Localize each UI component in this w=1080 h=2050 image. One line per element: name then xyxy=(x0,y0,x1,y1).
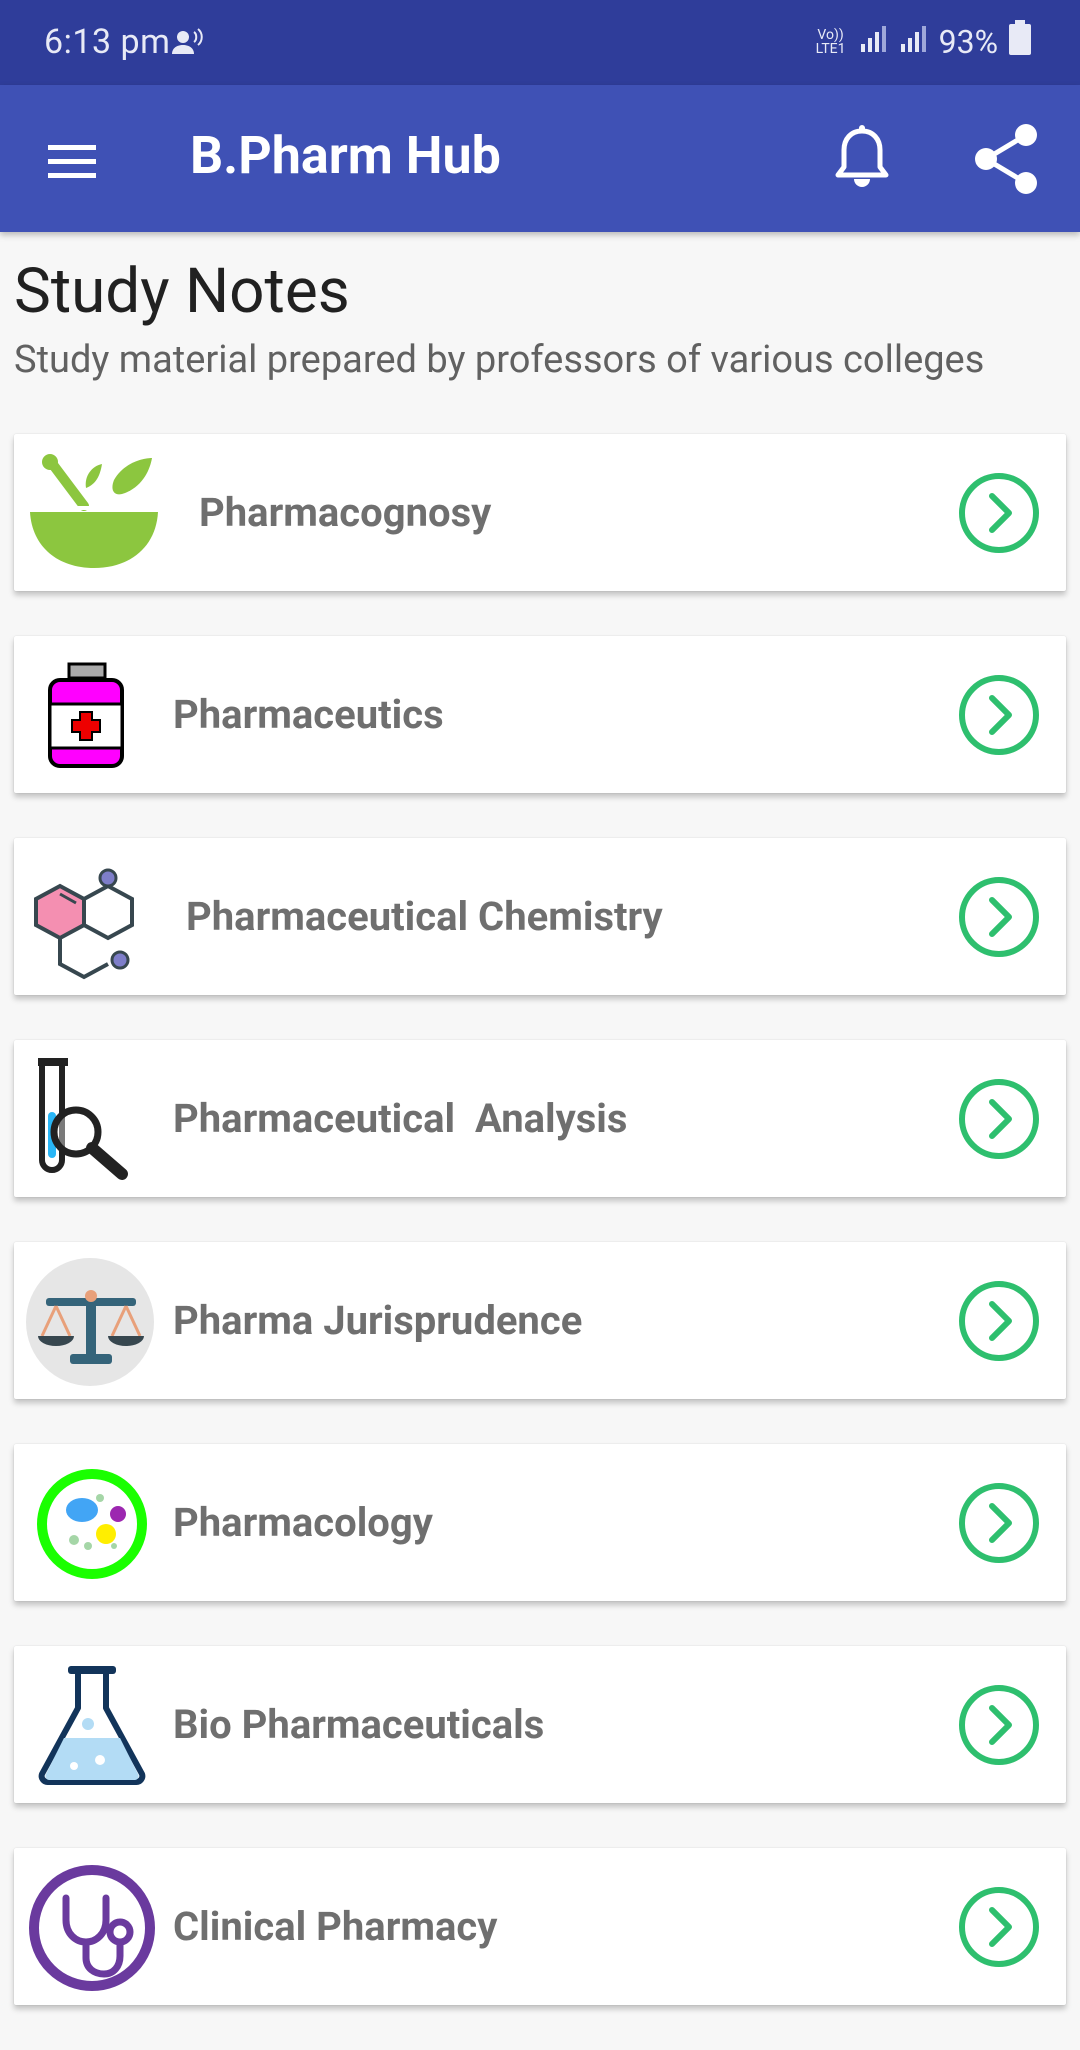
test-tube-magnifier-icon xyxy=(26,1056,158,1184)
app-bar: B.Pharm Hub xyxy=(0,85,1080,232)
subject-card-pharmaceutical-chemistry[interactable]: Pharmaceutical Chemistry xyxy=(14,838,1066,995)
subject-label: Pharmacognosy xyxy=(199,489,492,536)
medicine-bottle-icon xyxy=(26,652,158,780)
scales-icon xyxy=(26,1258,158,1386)
status-bar: 6:13 pm Vo)) LTE1 93% xyxy=(0,0,1080,85)
chevron-right-icon[interactable] xyxy=(958,1684,1040,1766)
voice-person-icon xyxy=(170,26,204,64)
chevron-right-icon[interactable] xyxy=(958,674,1040,756)
chevron-right-icon[interactable] xyxy=(958,876,1040,958)
page-subtitle: Study material prepared by professors of… xyxy=(14,338,985,382)
status-right: Vo)) LTE1 93% xyxy=(813,20,1032,64)
app-title: B.Pharm Hub xyxy=(190,125,501,186)
bell-icon[interactable] xyxy=(822,119,902,199)
subject-label: Clinical Pharmacy xyxy=(173,1903,498,1950)
network-label: Vo)) LTE1 xyxy=(815,27,846,57)
subject-card-pharmacology[interactable]: Pharmacology xyxy=(14,1444,1066,1601)
molecule-icon xyxy=(26,854,158,982)
page-title: Study Notes xyxy=(14,255,350,328)
subject-label: Pharmaceutics xyxy=(173,691,444,738)
chevron-right-icon[interactable] xyxy=(958,1280,1040,1362)
subject-card-pharmaceutical-analysis[interactable]: Pharmaceutical Analysis xyxy=(14,1040,1066,1197)
cell-icon xyxy=(26,1460,158,1588)
subject-card-bio-pharmaceuticals[interactable]: Bio Pharmaceuticals xyxy=(14,1646,1066,1803)
subject-card-clinical-pharmacy[interactable]: Clinical Pharmacy xyxy=(14,1848,1066,2005)
subject-label: Pharmacology xyxy=(173,1499,433,1546)
flask-icon xyxy=(26,1662,158,1790)
battery-icon xyxy=(1008,20,1032,64)
chevron-right-icon[interactable] xyxy=(958,472,1040,554)
chevron-right-icon[interactable] xyxy=(958,1078,1040,1160)
signal-icon xyxy=(859,22,889,62)
subject-label: Pharma Jurisprudence xyxy=(173,1297,583,1344)
hamburger-menu-icon[interactable] xyxy=(36,125,108,197)
battery-percent: 93% xyxy=(938,23,998,61)
mortar-leaf-icon xyxy=(26,450,158,578)
share-icon[interactable] xyxy=(968,119,1048,199)
chevron-right-icon[interactable] xyxy=(958,1886,1040,1968)
subject-label: Bio Pharmaceuticals xyxy=(173,1701,545,1748)
subject-card-pharma-jurisprudence[interactable]: Pharma Jurisprudence xyxy=(14,1242,1066,1399)
subject-card-pharmacognosy[interactable]: Pharmacognosy xyxy=(14,434,1066,591)
chevron-right-icon[interactable] xyxy=(958,1482,1040,1564)
status-time: 6:13 pm xyxy=(44,22,171,62)
subject-label: Pharmaceutical Analysis xyxy=(173,1095,628,1142)
subject-list: Pharmacognosy Pharmaceutics Pharmaceutic… xyxy=(14,434,1066,2050)
signal-icon-2 xyxy=(899,22,929,62)
subject-label: Pharmaceutical Chemistry xyxy=(186,893,663,940)
stethoscope-icon xyxy=(26,1864,158,1992)
subject-card-pharmaceutics[interactable]: Pharmaceutics xyxy=(14,636,1066,793)
